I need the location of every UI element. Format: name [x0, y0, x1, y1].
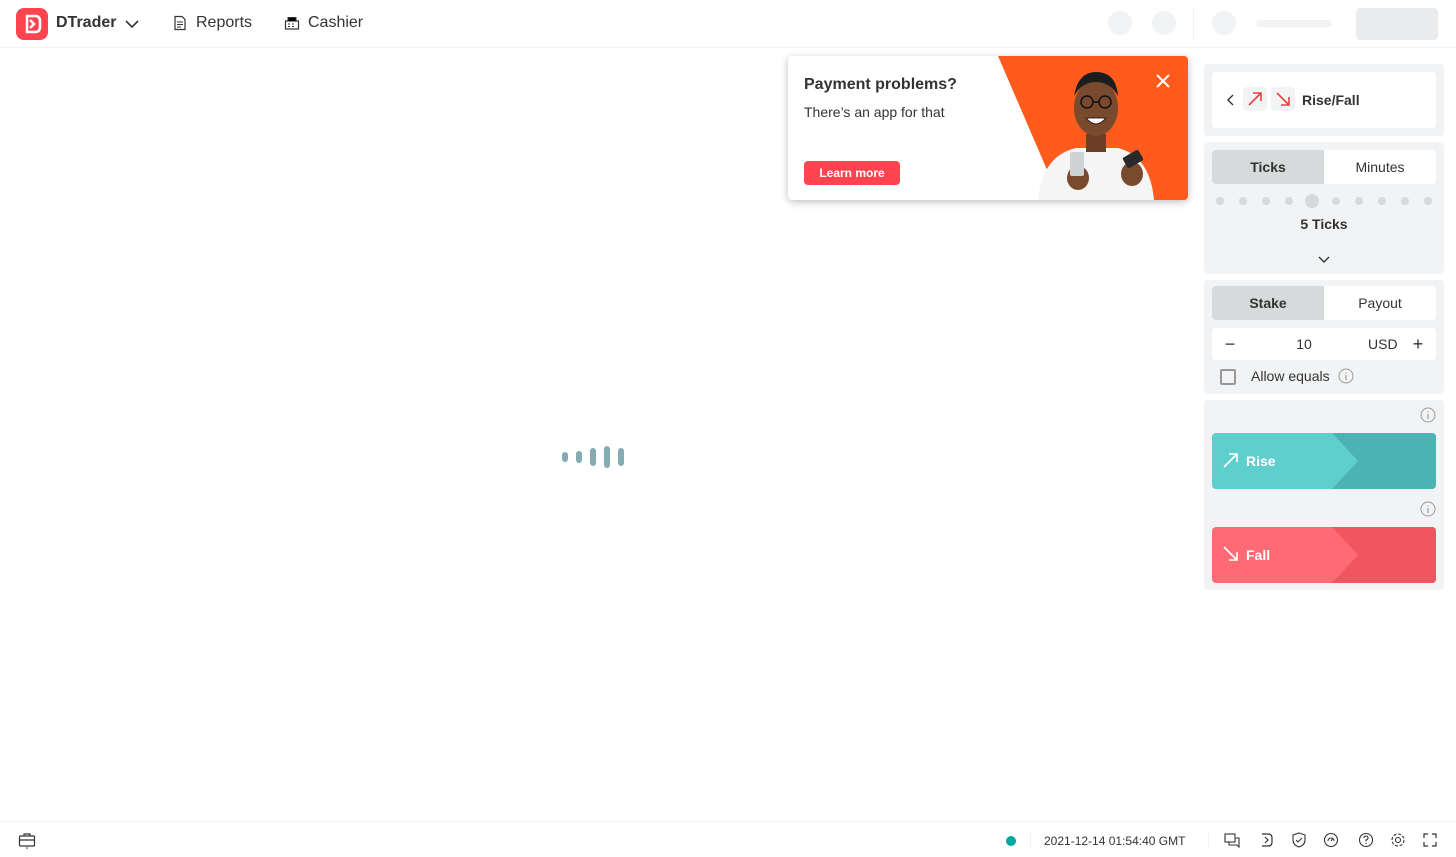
info-icon[interactable] [1420, 407, 1436, 428]
ticks-value-label: 5 Ticks [1300, 216, 1348, 232]
stake-panel: Stake Payout − 10 USD + Allow equals [1204, 280, 1444, 394]
info-icon[interactable] [1338, 368, 1354, 389]
livechat-icon[interactable] [1224, 832, 1240, 853]
server-time: 2021-12-14 01:54:40 GMT [1044, 834, 1186, 848]
payment-promo-banner: Payment problems? There’s an app for tha… [788, 56, 1188, 200]
tick-step[interactable] [1331, 197, 1340, 205]
tick-step[interactable] [1424, 197, 1432, 205]
contract-type-selector[interactable]: Rise/Fall [1212, 72, 1436, 128]
help-icon[interactable] [1358, 832, 1374, 853]
tab-stake[interactable]: Stake [1212, 286, 1324, 320]
tab-minutes[interactable]: Minutes [1324, 150, 1436, 184]
purchase-panel: Rise Fall [1204, 400, 1444, 590]
fall-icon [1222, 545, 1240, 568]
decrement-button[interactable]: − [1222, 334, 1238, 354]
header: DTrader Reports Cashier [0, 0, 1456, 48]
header-divider [1193, 8, 1194, 40]
skeleton-notifications [1108, 11, 1132, 35]
nav-cashier[interactable]: Cashier [284, 14, 363, 32]
shield-icon[interactable] [1291, 832, 1307, 853]
ticks-slider[interactable] [1216, 194, 1432, 208]
rise-label: Rise [1246, 453, 1276, 469]
banner-subtitle: There’s an app for that [804, 104, 945, 120]
rise-arrow-icon [1243, 87, 1267, 111]
fall-arrow-icon [1271, 87, 1295, 111]
allow-equals-checkbox[interactable] [1220, 369, 1236, 385]
tick-slider-thumb[interactable] [1305, 194, 1320, 208]
allow-equals-label: Allow equals [1251, 368, 1330, 384]
nav-reports-label: Reports [196, 14, 253, 31]
chart-loading-indicator [562, 446, 624, 468]
stake-input[interactable]: − 10 USD + [1212, 328, 1436, 360]
reports-icon [174, 15, 186, 31]
chevron-down-icon[interactable] [124, 16, 140, 37]
amount-type-toggle: Stake Payout [1212, 286, 1436, 320]
deriv-go-icon[interactable] [1259, 832, 1275, 853]
stake-value[interactable]: 10 [1292, 336, 1316, 352]
footer-divider [1030, 832, 1031, 848]
purchase-fall-button[interactable]: Fall [1212, 527, 1436, 583]
tick-step[interactable] [1239, 197, 1248, 205]
positions-briefcase-icon[interactable] [18, 831, 36, 854]
cashier-icon [284, 17, 300, 30]
footer-divider [1208, 832, 1209, 848]
tick-step[interactable] [1285, 197, 1294, 205]
nav-cashier-label: Cashier [308, 14, 364, 31]
duration-unit-toggle: Ticks Minutes [1212, 150, 1436, 184]
deriv-logo[interactable] [16, 8, 48, 40]
tab-ticks[interactable]: Ticks [1212, 150, 1324, 184]
chevron-down-icon[interactable] [1317, 252, 1331, 270]
tick-step[interactable] [1377, 197, 1386, 205]
banner-close-icon[interactable] [1154, 72, 1172, 90]
nav-reports[interactable]: Reports [172, 14, 252, 32]
purchase-rise-button[interactable]: Rise [1212, 433, 1436, 489]
info-icon[interactable] [1420, 501, 1436, 522]
fall-label: Fall [1246, 547, 1271, 563]
skeleton-account-avatar [1212, 11, 1236, 35]
banner-title: Payment problems? [804, 76, 957, 93]
app-switcher-label[interactable]: DTrader [56, 14, 116, 32]
tab-payout[interactable]: Payout [1324, 286, 1436, 320]
increment-button[interactable]: + [1410, 334, 1426, 354]
chevron-left-icon[interactable] [1224, 92, 1236, 113]
rise-icon [1222, 451, 1240, 474]
skeleton-account-settings [1152, 11, 1176, 35]
responsible-trading-icon[interactable] [1323, 832, 1339, 853]
tick-step[interactable] [1216, 197, 1224, 205]
learn-more-button[interactable]: Learn more [804, 161, 900, 185]
tick-step[interactable] [1262, 197, 1271, 205]
tick-step[interactable] [1354, 197, 1363, 205]
tick-step[interactable] [1400, 197, 1409, 205]
skeleton-deposit-button [1356, 8, 1438, 40]
currency-label: USD [1368, 336, 1398, 352]
contract-type-label: Rise/Fall [1302, 92, 1360, 108]
skeleton-balance [1256, 20, 1332, 27]
gear-icon[interactable] [1390, 832, 1406, 853]
fullscreen-icon[interactable] [1422, 832, 1438, 853]
contract-type-panel: Rise/Fall [1204, 64, 1444, 136]
duration-panel: Ticks Minutes 5 Ticks [1204, 142, 1444, 274]
network-status-indicator [1006, 836, 1016, 846]
footer: 2021-12-14 01:54:40 GMT [0, 821, 1456, 857]
